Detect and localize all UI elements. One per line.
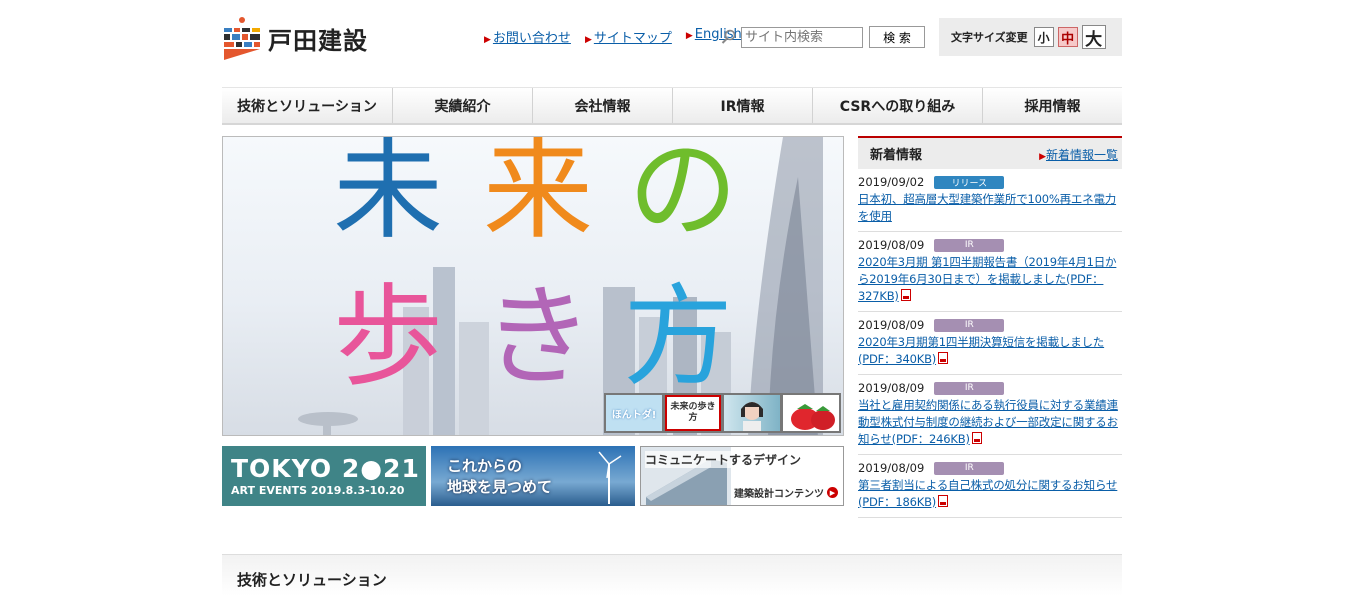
banner-2-title: これからの	[447, 457, 523, 475]
news-badge: リリース	[934, 175, 1005, 189]
nav-ir[interactable]: IR情報	[673, 88, 813, 123]
hero-char-5: き	[483, 273, 593, 401]
company-name: 戸田建設	[268, 26, 368, 55]
font-size-small-button[interactable]: 小	[1033, 27, 1054, 47]
news-date: 2019/09/02	[858, 175, 925, 189]
banner-1-title: TOKYO 2●21	[231, 454, 420, 483]
arrow-right-icon: ▶	[584, 35, 592, 45]
circle-arrow-icon: ▶	[827, 487, 838, 498]
news-link[interactable]: 2020年3月期第1四半期決算短信を掲載しました(PDF：340KB)	[858, 334, 1122, 368]
news-link[interactable]: 日本初、超高層大型建築作業所で100%再エネ電力を使用	[858, 191, 1122, 225]
news-link-text: 当社と雇用契約関係にある執行役員に対する業績連動型株式付与制度の継続および一部改…	[858, 398, 1118, 446]
section-technology: 技術とソリューション	[222, 554, 1122, 596]
section-title: 技術とソリューション	[237, 571, 387, 589]
design-banner[interactable]: コミュニケートするデザイン 建築設計コンテンツ ▶	[640, 446, 844, 506]
nav-company[interactable]: 会社情報	[533, 88, 673, 123]
banner-2-subtitle: 地球を見つめて	[447, 478, 553, 496]
banner-3-subtitle: 建築設計コンテンツ ▶	[734, 485, 838, 500]
thumb-strawberry[interactable]	[783, 395, 839, 431]
news-badge: IR	[934, 238, 1005, 252]
news-meta: 2019/09/02 リリース	[858, 175, 1122, 189]
news-panel: 新着情報 ▶新着情報一覧 2019/09/02 リリース日本初、超高層大型建築作業…	[858, 136, 1122, 518]
contact-link[interactable]: ▶ お問い合わせ	[484, 27, 571, 46]
pdf-icon	[971, 432, 982, 444]
news-header: 新着情報 ▶新着情報一覧	[858, 136, 1122, 169]
sitemap-link-label[interactable]: サイトマップ	[594, 31, 672, 46]
hero-thumbnails: ほんトダ! 未来の歩き方	[604, 393, 841, 433]
news-item: 2019/08/09 IR 2020年3月期 第1四半期報告書（2019年4月1日か…	[858, 232, 1122, 312]
hero-char-4: 歩	[333, 273, 443, 401]
news-badge: IR	[934, 461, 1005, 475]
contact-link-label[interactable]: お問い合わせ	[493, 31, 571, 46]
news-link[interactable]: 2020年3月期 第1四半期報告書（2019年4月1日から2019年6月30日ま…	[858, 254, 1122, 305]
thumb-hontoda[interactable]: ほんトダ!	[606, 395, 662, 431]
news-badge: IR	[934, 381, 1005, 395]
earth-banner[interactable]: これからの 地球を見つめて	[431, 446, 635, 506]
hero-char-6: 方	[623, 273, 733, 401]
news-link-text: 日本初、超高層大型建築作業所で100%再エネ電力を使用	[858, 192, 1117, 223]
news-link-text: 第三者割当による自己株式の処分に関するお知らせ(PDF：186KB)	[858, 478, 1118, 509]
news-meta: 2019/08/09 IR	[858, 461, 1122, 475]
arrow-right-icon: ▶	[1039, 152, 1046, 162]
hero-banner[interactable]: 未 来 の 歩 き 方 ほんトダ! 未来の歩き方	[222, 136, 844, 436]
utility-links: ▶ お問い合わせ ▶ サイトマップ ▶ English	[484, 27, 742, 46]
font-size-large-button[interactable]: 大	[1081, 25, 1106, 50]
news-item: 2019/09/02 リリース日本初、超高層大型建築作業所で100%再エネ電力を使…	[858, 169, 1122, 232]
thumb-mirai[interactable]: 未来の歩き方	[665, 395, 721, 431]
feature-banners: TOKYO 2●21 ART EVENTS 2019.8.3-10.20 これか…	[222, 446, 844, 506]
nav-recruit[interactable]: 採用情報	[983, 88, 1122, 123]
arrow-right-icon: ▶	[685, 31, 693, 41]
news-link-text: 2020年3月期 第1四半期報告書（2019年4月1日から2019年6月30日ま…	[858, 255, 1117, 303]
hero-char-3: の	[628, 136, 738, 254]
font-size-label: 文字サイズ変更	[951, 31, 1028, 44]
news-date: 2019/08/09	[858, 381, 925, 395]
pdf-icon	[938, 352, 949, 364]
news-link[interactable]: 第三者割当による自己株式の処分に関するお知らせ(PDF：186KB)	[858, 477, 1122, 511]
banner-1-subtitle: ART EVENTS 2019.8.3-10.20	[231, 484, 405, 497]
news-meta: 2019/08/09 IR	[858, 318, 1122, 332]
news-item: 2019/08/09 IR 当社と雇用契約関係にある執行役員に対する業績連動型株式付…	[858, 375, 1122, 455]
news-meta: 2019/08/09 IR	[858, 238, 1122, 252]
news-title: 新着情報	[870, 148, 923, 163]
news-item: 2019/08/09 IR 2020年3月期第1四半期決算短信を掲載しました(PDF…	[858, 312, 1122, 375]
banner-3-subtitle-label: 建築設計コンテンツ	[734, 489, 824, 500]
news-list-link[interactable]: ▶新着情報一覧	[1039, 144, 1118, 163]
search-input[interactable]	[741, 26, 863, 48]
nav-csr[interactable]: CSRへの取り組み	[813, 88, 983, 123]
company-logo[interactable]: 戸田建設	[222, 16, 368, 60]
hero-char-2: 来	[483, 136, 593, 254]
page: 戸田建設 ▶お問い合わせ ▶サイトマップ ▶English 検 索 文字サイズ変…	[0, 0, 1345, 596]
nav-projects[interactable]: 実績紹介	[393, 88, 533, 123]
news-list: 2019/09/02 リリース日本初、超高層大型建築作業所で100%再エネ電力を使…	[858, 169, 1122, 518]
wind-turbine-icon	[598, 451, 622, 504]
news-date: 2019/08/09	[858, 318, 925, 332]
news-badge: IR	[934, 318, 1005, 332]
news-item: 2019/08/09 IR 第三者割当による自己株式の処分に関するお知らせ(PDF：…	[858, 455, 1122, 518]
news-meta: 2019/08/09 IR	[858, 381, 1122, 395]
tokyo-2021-banner[interactable]: TOKYO 2●21 ART EVENTS 2019.8.3-10.20	[222, 446, 426, 506]
news-list-link-label[interactable]: 新着情報一覧	[1046, 148, 1118, 162]
banner-3-title: コミュニケートするデザイン	[645, 451, 802, 468]
sitemap-link[interactable]: ▶ サイトマップ	[585, 27, 672, 46]
thumb-person[interactable]	[724, 395, 780, 431]
pdf-icon	[900, 289, 911, 301]
font-size-medium-button[interactable]: 中	[1057, 27, 1078, 47]
arrow-right-icon: ▶	[484, 35, 491, 45]
search-button[interactable]: 検 索	[869, 26, 925, 48]
logo-mark-icon	[222, 16, 262, 60]
news-date: 2019/08/09	[858, 238, 925, 252]
nav-technology[interactable]: 技術とソリューション	[222, 88, 393, 123]
global-nav: 技術とソリューション 実績紹介 会社情報 IR情報 CSRへの取り組み 採用情報	[222, 87, 1122, 125]
news-link-text: 2020年3月期第1四半期決算短信を掲載しました(PDF：340KB)	[858, 335, 1105, 366]
news-date: 2019/08/09	[858, 461, 925, 475]
news-link[interactable]: 当社と雇用契約関係にある執行役員に対する業績連動型株式付与制度の継続および一部改…	[858, 397, 1122, 448]
site-search: 検 索	[721, 26, 925, 48]
hero-char-1: 未	[333, 136, 443, 254]
search-icon	[721, 29, 737, 45]
pdf-icon	[938, 495, 949, 507]
font-size-switcher: 文字サイズ変更 小 中 大	[939, 18, 1122, 56]
